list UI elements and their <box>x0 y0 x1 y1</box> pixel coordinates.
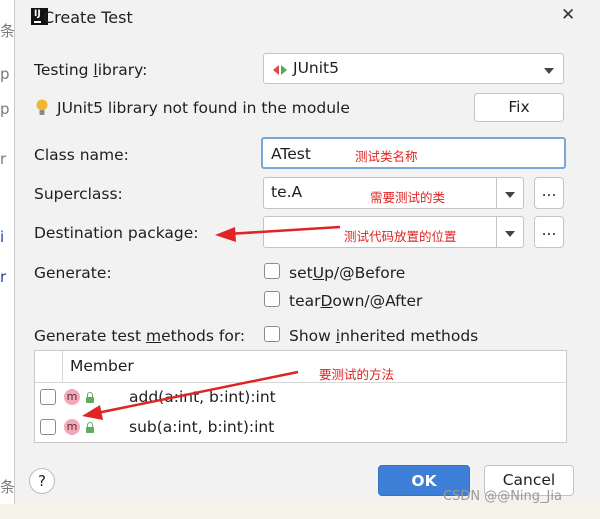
chevron-down-icon[interactable] <box>505 192 515 198</box>
member-column-header[interactable]: Member <box>70 357 134 375</box>
combo-divider <box>496 217 497 247</box>
chevron-down-icon[interactable] <box>505 231 515 237</box>
bg-glyph: i <box>0 228 5 246</box>
table-header: Member <box>35 351 566 383</box>
generate-methods-label: Generate test methods for: <box>34 327 246 345</box>
teardown-label[interactable]: tearDown/@After <box>289 292 422 310</box>
dialog-title: Create Test <box>43 8 133 27</box>
help-button[interactable]: ? <box>29 468 55 494</box>
generate-label: Generate: <box>34 264 112 282</box>
member-signature: sub(a:int, b:int):int <box>129 418 275 436</box>
testing-library-dropdown[interactable]: JUnit5 <box>263 53 564 84</box>
method-icon: m <box>64 419 80 435</box>
background-editor-strip: 条 p p r i r 条 <box>0 0 16 519</box>
package-browse-button[interactable]: ... <box>534 216 564 248</box>
show-inherited-checkbox[interactable] <box>264 326 280 342</box>
combo-divider <box>496 178 497 208</box>
superclass-value: te.A <box>271 183 303 201</box>
bg-glyph: p <box>0 100 10 118</box>
members-table: Member m add(a:int, b:int):int m sub(a:i… <box>34 350 567 443</box>
superclass-annotation: 需要测试的类 <box>370 190 446 205</box>
bg-glyph: 条 <box>0 478 16 496</box>
background-bottom-strip <box>0 504 600 519</box>
testing-library-label: Testing library: <box>34 61 148 79</box>
library-warning-text: JUnit5 library not found in the module <box>57 99 350 117</box>
class-name-label: Class name: <box>34 146 129 164</box>
superclass-browse-button[interactable]: ... <box>534 177 564 209</box>
teardown-checkbox[interactable] <box>264 291 280 307</box>
bg-glyph: p <box>0 65 10 83</box>
superclass-label: Superclass: <box>34 185 123 203</box>
public-lock-icon <box>86 392 94 403</box>
class-name-value: ATest <box>271 145 311 163</box>
header-divider <box>62 351 63 382</box>
destination-package-annotation: 测试代码放置的位置 <box>344 229 457 244</box>
fix-button[interactable]: Fix <box>474 93 564 122</box>
table-row[interactable]: m sub(a:int, b:int):int <box>35 412 566 442</box>
class-name-annotation: 测试类名称 <box>355 149 418 164</box>
member-checkbox[interactable] <box>40 419 56 435</box>
testing-library-value: JUnit5 <box>293 59 339 77</box>
setup-checkbox[interactable] <box>264 263 280 279</box>
chevron-down-icon <box>544 68 554 74</box>
watermark: CSDN @@Ning_Jia <box>443 489 562 504</box>
destination-package-label: Destination package: <box>34 224 199 242</box>
table-row[interactable]: m add(a:int, b:int):int <box>35 382 566 412</box>
bg-glyph: r <box>0 150 7 168</box>
bg-glyph: 条 <box>0 22 16 40</box>
member-signature: add(a:int, b:int):int <box>129 388 276 406</box>
show-inherited-label[interactable]: Show inherited methods <box>289 327 478 345</box>
lightbulb-icon <box>36 99 48 115</box>
close-icon[interactable]: ✕ <box>561 5 575 25</box>
junit-icon <box>273 65 287 75</box>
setup-label[interactable]: setUp/@Before <box>289 264 405 282</box>
member-checkbox[interactable] <box>40 389 56 405</box>
bg-glyph: r <box>0 268 7 286</box>
methods-annotation: 要测试的方法 <box>319 367 395 382</box>
method-icon: m <box>64 389 80 405</box>
create-test-dialog: IJ Create Test ✕ Testing library: JUnit5… <box>14 0 600 504</box>
public-lock-icon <box>86 422 94 433</box>
